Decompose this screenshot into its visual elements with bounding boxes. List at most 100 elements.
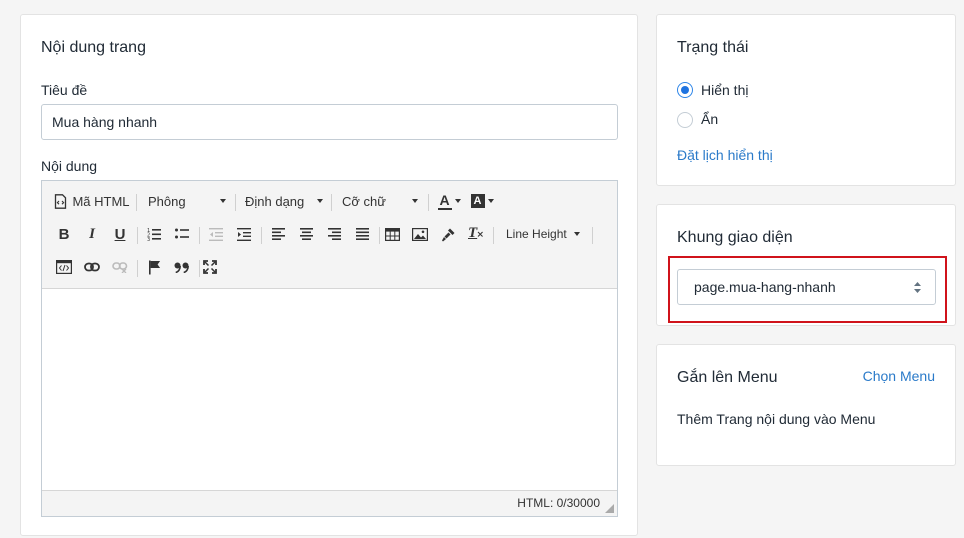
link-icon <box>84 262 100 272</box>
outdent-button[interactable] <box>204 220 228 248</box>
align-justify-button[interactable] <box>350 220 374 248</box>
outdent-icon <box>209 227 223 241</box>
page-content-title: Nội dung trang <box>41 39 146 56</box>
line-height-label: Line Height <box>506 227 567 241</box>
status-card: Trạng thái Hiển thị Ẩn Đặt lịch hiển thị <box>656 14 956 186</box>
indent-button[interactable] <box>232 220 256 248</box>
format-dropdown[interactable]: Định dạng <box>239 187 329 215</box>
menu-title: Gắn lên Menu <box>677 369 778 386</box>
insert-link-button[interactable] <box>80 253 104 281</box>
status-option-hidden[interactable]: Ẩn <box>677 111 797 129</box>
title-field-label: Tiêu đề <box>41 82 88 98</box>
text-color-button[interactable]: A <box>434 187 464 215</box>
insert-table-button[interactable] <box>380 220 404 248</box>
toolbar-separator <box>199 227 200 244</box>
underline-icon: U <box>114 225 126 243</box>
font-size-label: Cỡ chữ <box>342 193 386 209</box>
fullscreen-icon <box>203 260 217 274</box>
toolbar-row-3 <box>42 253 617 281</box>
resize-handle-icon[interactable] <box>605 504 614 513</box>
schedule-display-link[interactable]: Đặt lịch hiển thị <box>677 147 773 163</box>
align-left-icon <box>271 228 285 240</box>
title-input[interactable]: Mua hàng nhanh <box>41 104 618 140</box>
indent-icon <box>237 227 251 241</box>
format-label: Định dạng <box>245 193 305 209</box>
bold-button[interactable]: B <box>52 220 76 248</box>
layout-select-highlight <box>668 256 947 323</box>
toolbar-separator <box>137 227 138 244</box>
toolbar-separator <box>331 194 332 211</box>
align-right-button[interactable] <box>322 220 346 248</box>
insert-anchor-button[interactable] <box>142 253 166 281</box>
code-icon <box>56 260 72 274</box>
font-family-dropdown[interactable]: Phông <box>142 187 232 215</box>
html-char-count: HTML: 0/30000 <box>517 496 600 510</box>
toolbar-separator <box>136 194 137 211</box>
toolbar-separator <box>592 227 593 244</box>
table-icon <box>384 227 400 241</box>
font-family-label: Phông <box>148 193 186 209</box>
unlink-icon <box>112 262 128 273</box>
text-color-glyph: A <box>439 192 450 208</box>
toolbar-row-1: Mã HTML Phông Định dạng Cỡ chữ A A <box>42 187 617 215</box>
format-painter-button[interactable] <box>436 220 460 248</box>
menu-card: Gắn lên Menu Chọn Menu Thêm Trang nội du… <box>656 344 956 466</box>
underline-button[interactable]: U <box>108 220 132 248</box>
rich-text-editor: Mã HTML Phông Định dạng Cỡ chữ A A B I U… <box>41 180 618 517</box>
toolbar-row-2: B I U 123 T × Line Height <box>42 220 617 248</box>
paint-brush-icon <box>441 228 454 241</box>
toolbar-separator <box>493 227 494 244</box>
menu-description: Thêm Trang nội dung vào Menu <box>677 411 876 427</box>
editor-content-area[interactable] <box>42 289 617 490</box>
insert-code-button[interactable] <box>52 253 76 281</box>
quote-icon <box>174 262 189 273</box>
flag-icon <box>148 260 160 274</box>
ordered-list-icon: 123 <box>147 228 161 241</box>
italic-icon: I <box>89 225 95 242</box>
chevron-down-icon <box>454 199 461 203</box>
editor-status-bar: HTML: 0/30000 <box>42 490 617 516</box>
clear-format-button[interactable]: T × <box>464 220 488 248</box>
line-height-dropdown[interactable]: Line Height <box>500 220 586 248</box>
font-size-dropdown[interactable]: Cỡ chữ <box>336 187 424 215</box>
background-color-button[interactable]: A <box>467 187 497 215</box>
radio-visible[interactable] <box>677 82 693 98</box>
radio-hidden[interactable] <box>677 112 693 128</box>
page-content-card: Nội dung trang Tiêu đề Mua hàng nhanh Nộ… <box>20 14 638 536</box>
editor-toolbar: Mã HTML Phông Định dạng Cỡ chữ A A B I U… <box>42 181 617 289</box>
background-color-icon: A <box>470 194 485 208</box>
unlink-button[interactable] <box>108 253 132 281</box>
blockquote-button[interactable] <box>170 253 194 281</box>
radio-visible-label: Hiển thị <box>701 82 749 98</box>
insert-image-button[interactable] <box>408 220 432 248</box>
radio-hidden-label: Ẩn <box>701 111 719 127</box>
ordered-list-button[interactable]: 123 <box>142 220 166 248</box>
align-center-icon <box>299 228 313 240</box>
align-center-button[interactable] <box>294 220 318 248</box>
fullscreen-button[interactable] <box>198 253 222 281</box>
italic-button[interactable]: I <box>80 220 104 248</box>
content-field-label: Nội dung <box>41 158 98 174</box>
status-option-visible[interactable]: Hiển thị <box>677 81 797 99</box>
chevron-down-icon <box>220 199 226 203</box>
image-icon <box>412 227 428 241</box>
choose-menu-link[interactable]: Chọn Menu <box>863 368 935 384</box>
chevron-down-icon <box>412 199 418 203</box>
text-color-icon: A <box>437 192 452 210</box>
toolbar-separator <box>261 227 262 244</box>
status-title: Trạng thái <box>677 39 749 56</box>
toolbar-separator <box>235 194 236 211</box>
chevron-down-icon <box>574 232 580 236</box>
clear-format-icon: T × <box>468 225 484 241</box>
align-left-button[interactable] <box>266 220 290 248</box>
html-source-button[interactable]: Mã HTML <box>52 187 132 215</box>
unordered-list-button[interactable] <box>170 220 194 248</box>
toolbar-separator <box>428 194 429 211</box>
unordered-list-icon <box>175 228 189 239</box>
html-file-icon <box>55 193 67 209</box>
background-color-glyph: A <box>473 195 482 207</box>
layout-template-title: Khung giao diện <box>677 229 793 246</box>
toolbar-separator <box>137 260 138 277</box>
chevron-down-icon <box>487 199 494 203</box>
align-right-icon <box>327 228 341 240</box>
